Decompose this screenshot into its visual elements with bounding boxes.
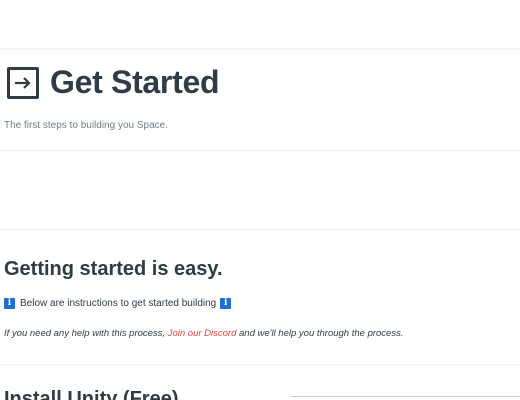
divider xyxy=(0,229,520,230)
help-prefix: If you need any help with this process, xyxy=(4,328,168,339)
page-header: Get Started xyxy=(4,64,219,101)
help-text: If you need any help with this process, … xyxy=(4,328,403,339)
info-icon: i xyxy=(4,298,15,309)
page-subtitle: The first steps to building you Space. xyxy=(4,120,168,131)
page: Get Started The first steps to building … xyxy=(0,0,520,400)
info-line: i Below are instructions to get started … xyxy=(4,298,232,309)
content-panel xyxy=(290,396,520,400)
help-suffix: and we'll help you through the process. xyxy=(236,328,404,339)
install-unity-heading: Install Unity (Free) xyxy=(4,388,179,400)
sign-in-arrow-icon xyxy=(7,66,39,99)
page-title: Get Started xyxy=(50,64,220,100)
section-title: Getting started is easy. xyxy=(4,258,223,280)
top-bar xyxy=(0,0,520,49)
info-text: Below are instructions to get started bu… xyxy=(20,298,217,309)
divider xyxy=(0,364,520,365)
join-discord-link[interactable]: Join our Discord xyxy=(168,328,237,339)
info-icon: i xyxy=(220,298,232,309)
divider xyxy=(0,150,520,151)
